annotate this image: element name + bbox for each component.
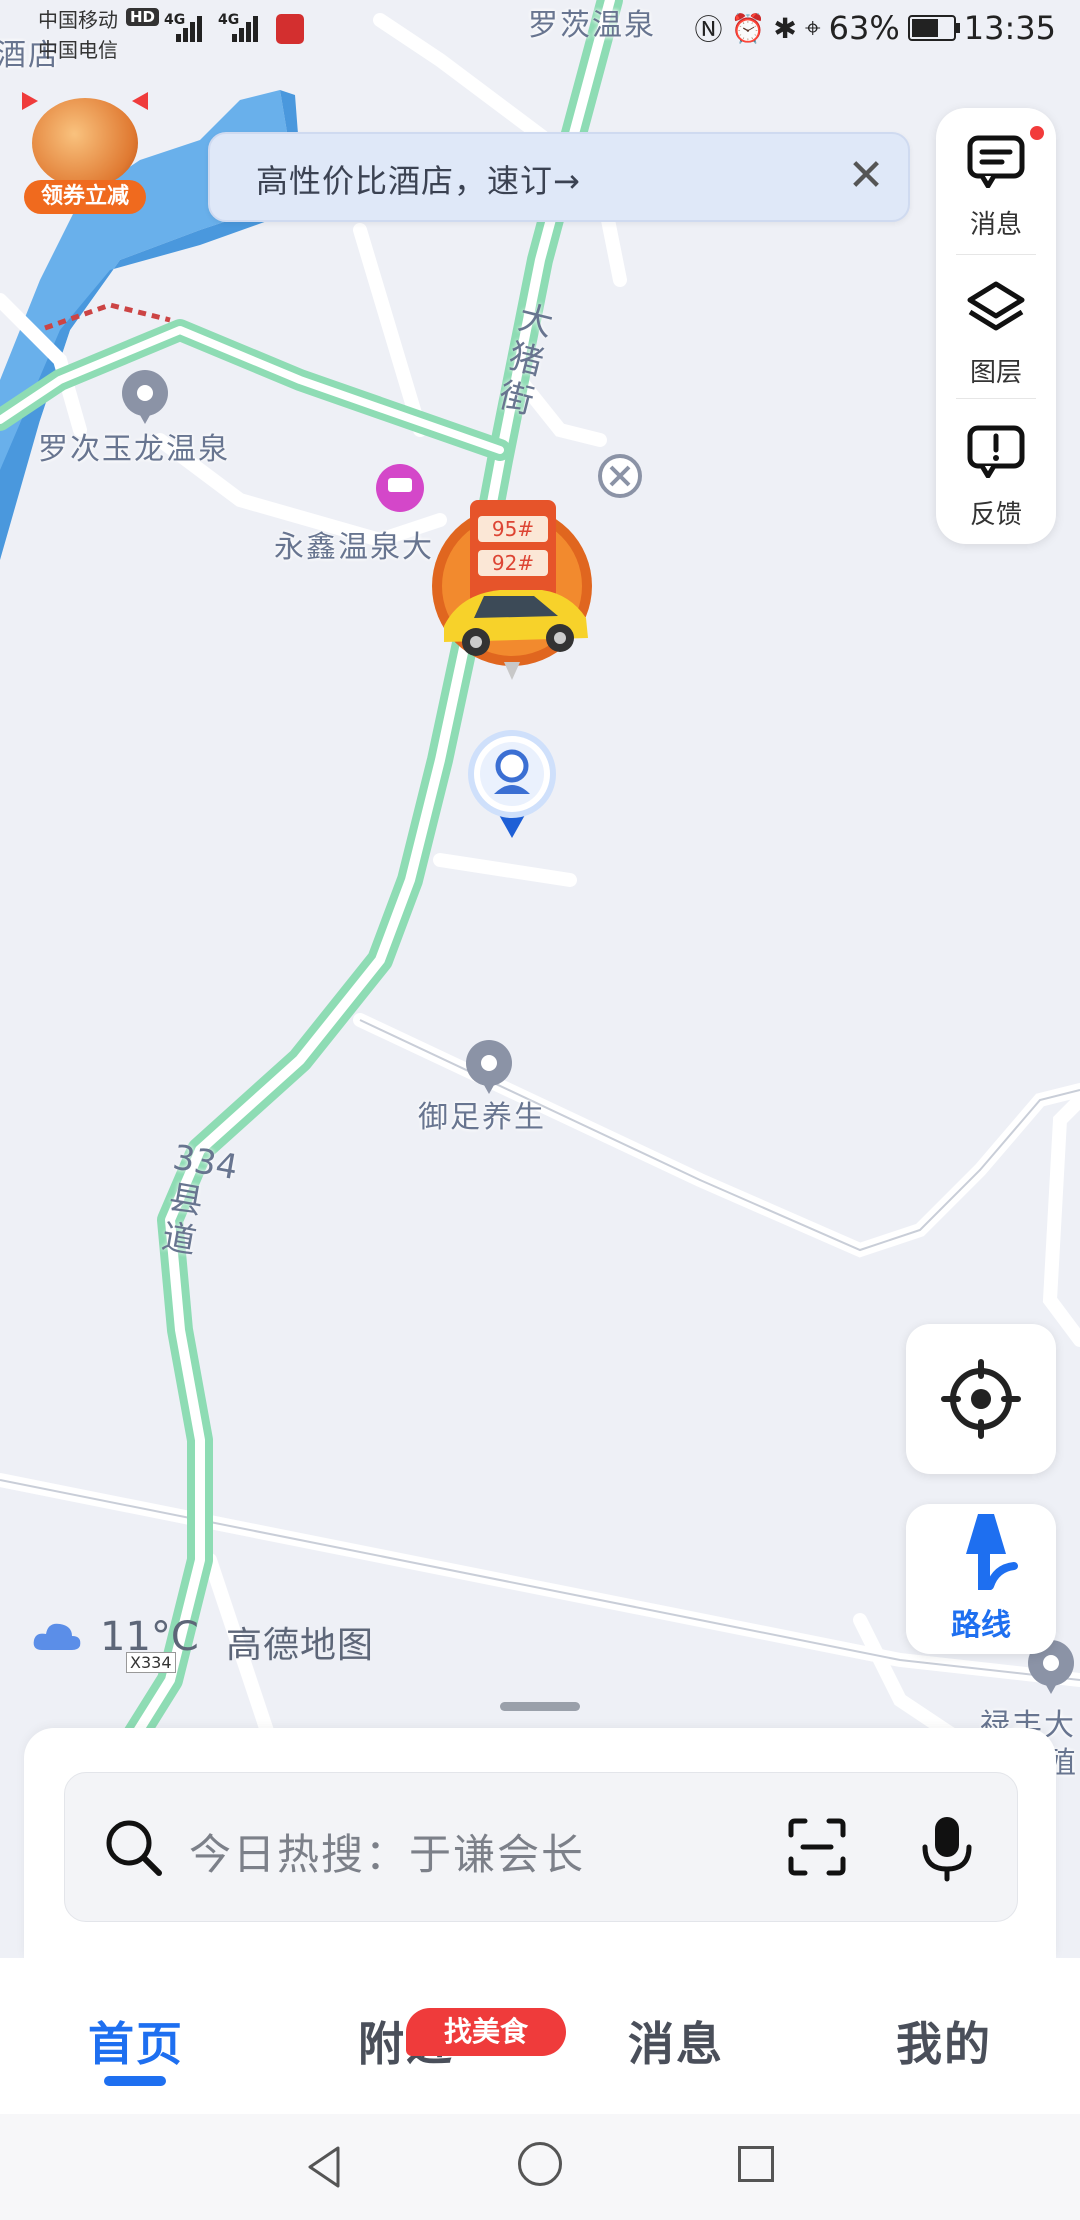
alarm-icon: ⏰ [730,11,766,45]
toolbar-label: 反馈 [969,500,1022,530]
status-bar: 中国移动 HD 中国电信 4G 4G Ⓝ ⏰ ✱ ⌖ 63% 13:35 [0,0,1080,62]
signal-icon [176,14,206,42]
tab-messages[interactable]: 消息 [628,2008,724,2074]
map-label[interactable]: 御足养生 [418,1092,546,1136]
recording-icon [276,14,304,44]
toolbar-label: 图层 [969,358,1022,388]
back-icon[interactable] [304,2144,344,2190]
crosshair-icon [941,1359,1021,1439]
toolbar-messages-button[interactable]: 消息 [936,108,1056,248]
clock: 13:35 [963,9,1056,47]
route-button[interactable]: 路线 [906,1504,1056,1654]
search-input[interactable]: 今日热搜：于谦会长 [189,1821,585,1882]
nfc-icon: Ⓝ [694,13,723,46]
tab-active-indicator [104,2076,166,2086]
cloud-icon [33,1623,81,1650]
scan-icon[interactable] [785,1815,849,1879]
weather-temperature[interactable]: 11°C [100,1614,199,1660]
hotel-banner[interactable]: 高性价比酒店，速订→ ✕ [208,132,910,222]
toolbar-feedback-button[interactable]: 反馈 [936,398,1056,538]
recents-icon[interactable] [738,2146,774,2182]
search-bar[interactable]: 今日热搜：于谦会长 [64,1772,1018,1922]
promo-badge: 领券立减 [24,180,146,214]
location-icon: ⌖ [804,11,821,44]
toolbar-label: 消息 [969,210,1022,240]
flag-icon [132,92,148,110]
sheet-handle[interactable] [500,1702,580,1711]
layers-icon [967,281,1025,331]
tab-nearby-badge[interactable]: 找美食 [406,2008,566,2056]
carrier-1: 中国移动 [38,8,118,32]
hd-badge: HD [126,8,160,26]
food-icon [32,98,138,188]
signal-icon [232,14,262,42]
home-icon[interactable] [518,2142,562,2186]
carrier-2: 中国电信 [38,38,118,62]
bluetooth-icon: ✱ [773,11,797,45]
locate-button[interactable] [906,1324,1056,1474]
microphone-icon[interactable] [919,1813,975,1883]
route-arrow-icon [966,1514,1018,1590]
status-right: Ⓝ ⏰ ✱ ⌖ 63% 13:35 [695,8,1056,48]
system-nav-bar [0,2114,1080,2220]
map-toolbar: 消息 图层 反馈 [936,108,1056,544]
map-label[interactable]: 永鑫温泉大 [274,522,434,566]
promo-coupon[interactable]: 领券立减 [20,88,150,218]
tab-home[interactable]: 首页 [88,2008,184,2074]
close-icon[interactable]: ✕ [836,146,896,206]
tab-bar: 首页 附近 找美食 消息 我的 [0,1958,1080,2114]
flag-icon [22,92,38,110]
gas-station-marker[interactable]: 95# 92# [430,496,594,686]
brand-logo: 高德地图 [226,1625,375,1666]
poi-pin-icon[interactable] [466,1040,512,1096]
user-location-icon[interactable] [466,726,558,842]
poi-pin-icon[interactable] [122,370,168,426]
toolbar-layers-button[interactable]: 图层 [936,256,1056,396]
battery-icon [907,15,960,41]
map-label[interactable]: 罗次玉龙温泉 [38,424,230,468]
search-icon [106,1820,162,1876]
feedback-icon [967,425,1025,478]
message-icon [967,135,1025,188]
unread-dot [1030,126,1044,140]
route-label: 路线 [951,1608,1011,1643]
fuel-95-label: 95# [492,517,534,541]
tab-mine[interactable]: 我的 [896,2008,992,2074]
banner-text: 高性价比酒店，速订→ [256,162,581,200]
battery-percent: 63% [828,9,900,47]
fuel-92-label: 92# [492,551,534,575]
